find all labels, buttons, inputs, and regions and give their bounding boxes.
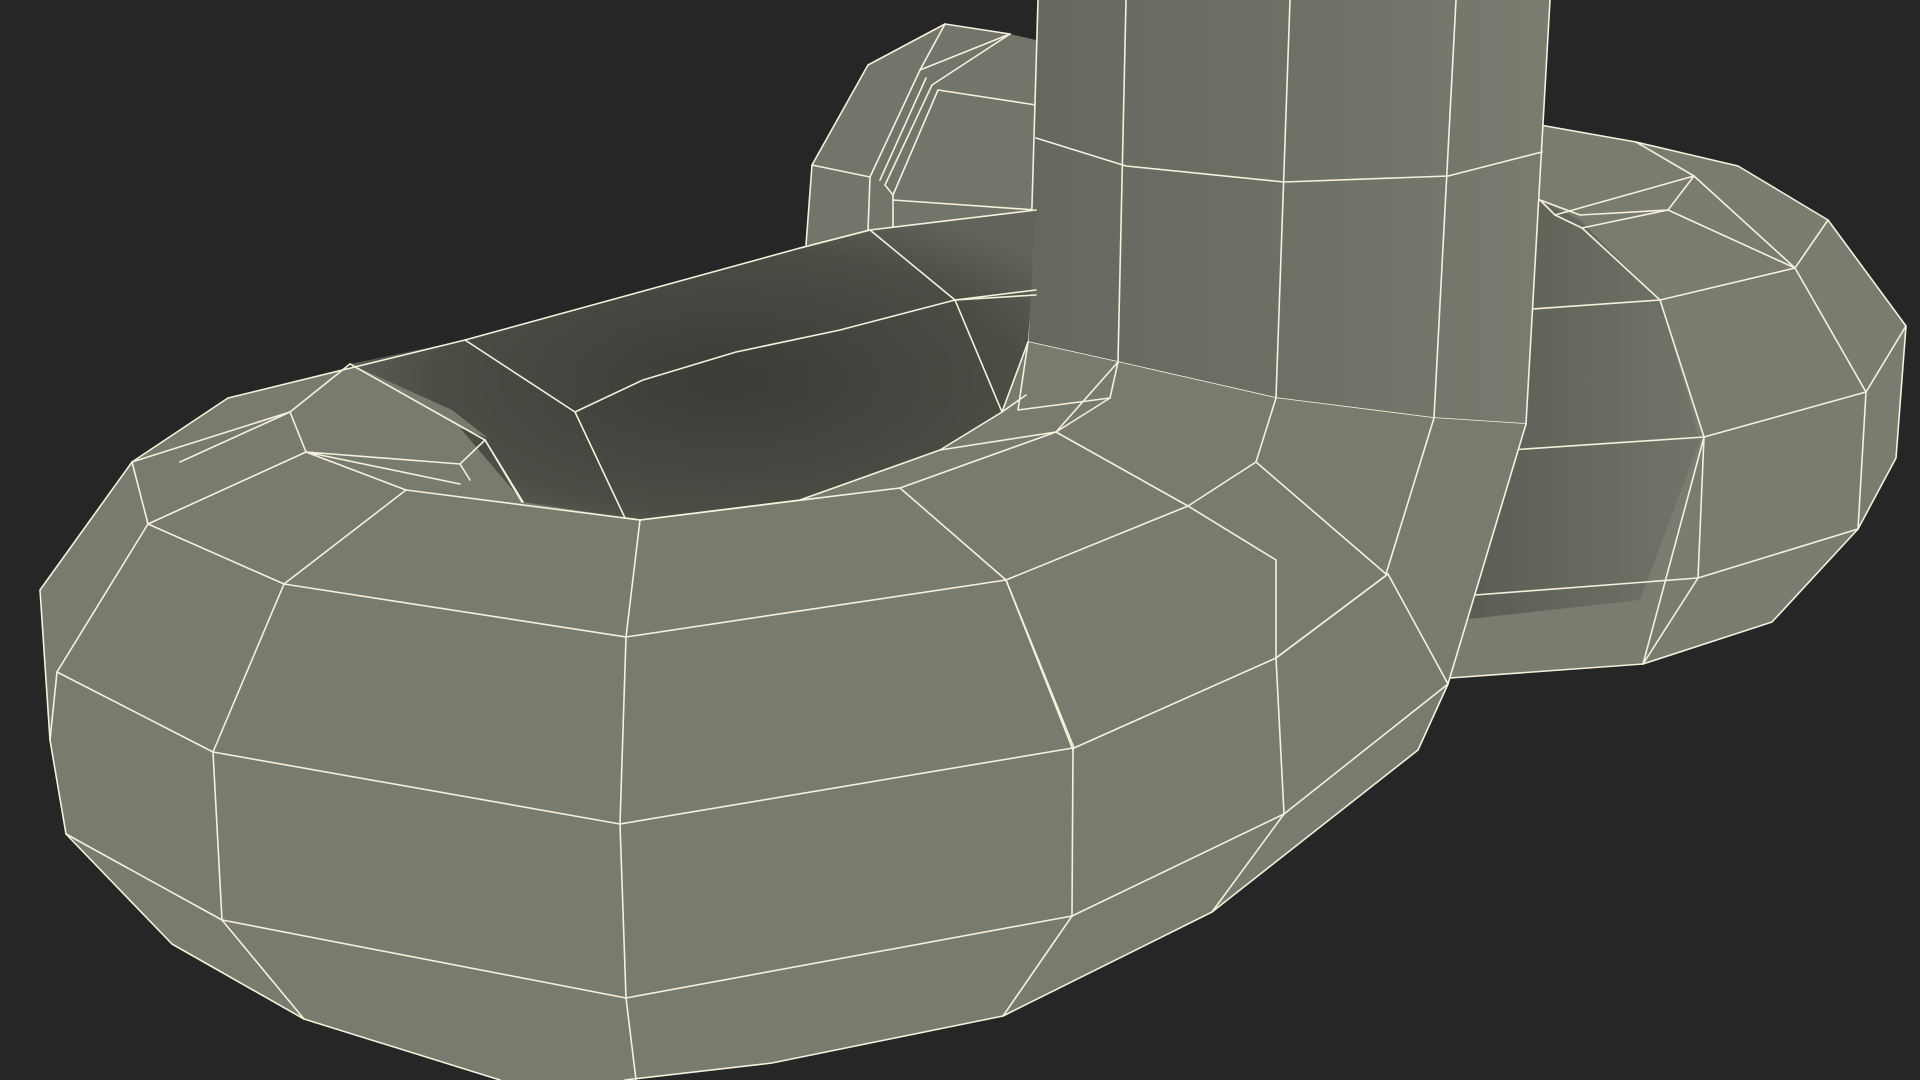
render-viewport	[0, 0, 1920, 1080]
shackle-wireframe-mesh	[39, 0, 1907, 1080]
left-ear	[805, 23, 1037, 246]
